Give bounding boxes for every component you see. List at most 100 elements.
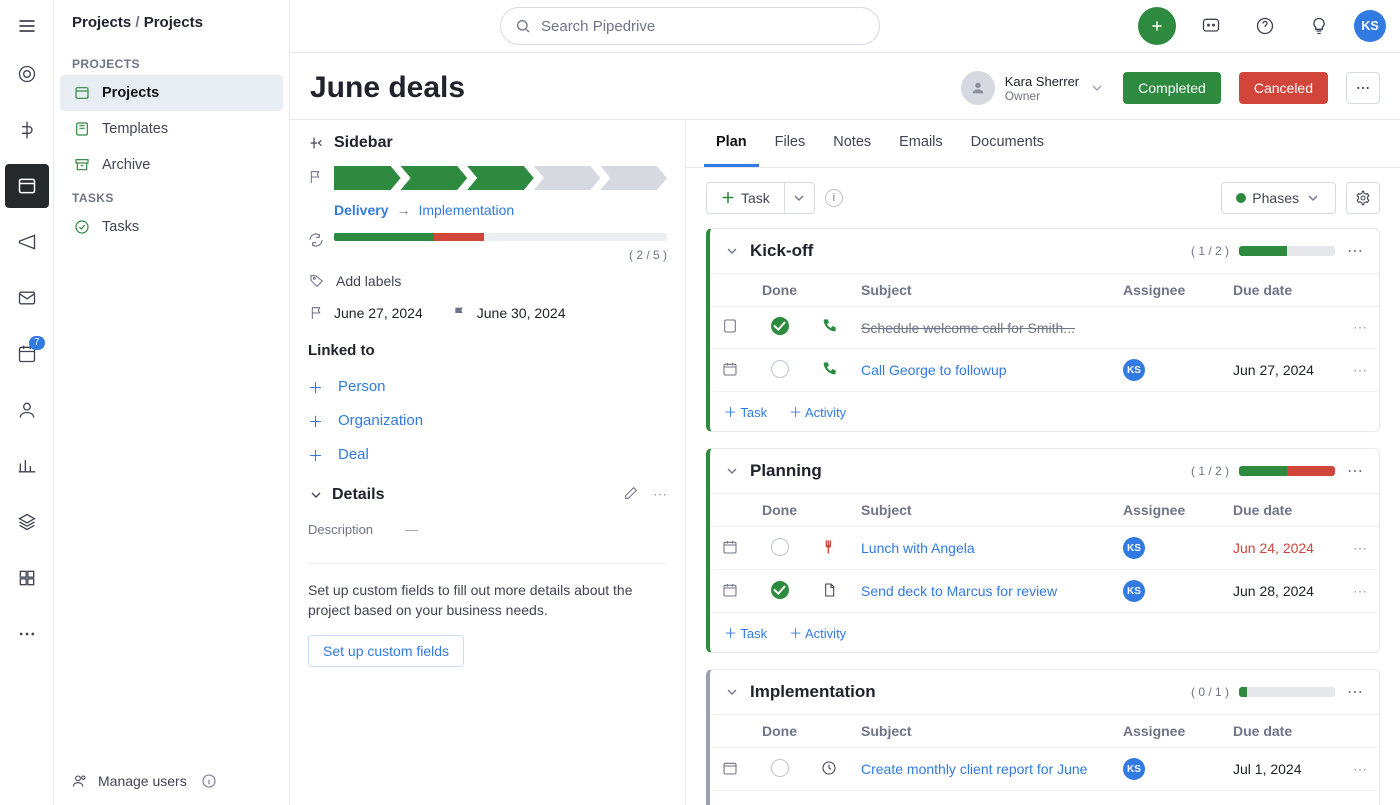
flag-fill-icon xyxy=(451,304,469,322)
rail-projects-icon[interactable] xyxy=(5,164,49,208)
info-icon[interactable]: i xyxy=(825,189,843,207)
tab-emails[interactable]: Emails xyxy=(887,120,955,167)
task-row[interactable]: Lunch with Angela KS Jun 24, 2024 ⋯ xyxy=(710,527,1379,570)
row-done[interactable] xyxy=(750,748,809,791)
start-date[interactable]: June 27, 2024 xyxy=(308,304,423,322)
row-done[interactable] xyxy=(750,527,809,570)
search-input[interactable]: Search Pipedrive xyxy=(500,7,880,45)
row-more-icon[interactable]: ⋯ xyxy=(1341,307,1379,349)
row-subject[interactable]: Send deck to Marcus for review xyxy=(849,570,1111,613)
row-type-icon xyxy=(710,570,750,613)
add-activity-link[interactable]: ＋ Activity xyxy=(789,623,846,642)
phase-more-icon[interactable]: ⋯ xyxy=(1345,461,1365,481)
rail-activities-icon[interactable]: 7 xyxy=(5,332,49,376)
rail-campaigns-icon[interactable] xyxy=(5,220,49,264)
row-more-icon[interactable]: ⋯ xyxy=(1341,349,1379,392)
chevron-down-icon[interactable] xyxy=(308,487,324,503)
add-activity-link[interactable]: ＋ Activity xyxy=(789,402,846,421)
lightbulb-icon[interactable] xyxy=(1300,7,1338,45)
row-more-icon[interactable]: ⋯ xyxy=(1341,570,1379,613)
completed-button[interactable]: Completed xyxy=(1123,72,1221,104)
quick-add-button[interactable] xyxy=(1138,7,1176,45)
project-more-button[interactable] xyxy=(1346,72,1380,104)
linked-organization[interactable]: ＋Organization xyxy=(308,403,667,437)
rail-products-icon[interactable] xyxy=(5,500,49,544)
custom-fields-blurb: Set up custom fields to fill out more de… xyxy=(308,580,667,621)
chevron-down-icon[interactable] xyxy=(724,243,740,259)
linked-person[interactable]: ＋Person xyxy=(308,369,667,403)
user-avatar[interactable]: KS xyxy=(1354,10,1386,42)
info-icon xyxy=(201,773,217,789)
flag-icon xyxy=(308,304,326,322)
rail-mail-icon[interactable] xyxy=(5,276,49,320)
canceled-button[interactable]: Canceled xyxy=(1239,72,1328,104)
row-more-icon[interactable]: ⋯ xyxy=(1341,748,1379,791)
rail-more-icon[interactable] xyxy=(5,612,49,656)
progress-overdue xyxy=(434,233,484,241)
edit-icon[interactable] xyxy=(623,485,639,504)
new-task-button[interactable]: ＋Task xyxy=(706,182,785,214)
due-date[interactable]: June 30, 2024 xyxy=(451,304,566,322)
task-row[interactable]: Create monthly client report for June KS… xyxy=(710,748,1379,791)
phase-header[interactable]: Planning ( 1 / 2 ) ⋯ xyxy=(710,449,1379,493)
row-done[interactable] xyxy=(750,307,809,349)
row-subject[interactable]: Schedule welcome call for Smith... xyxy=(849,307,1111,349)
settings-button[interactable] xyxy=(1346,182,1380,214)
nav-item-tasks[interactable]: Tasks xyxy=(60,209,283,245)
task-row[interactable]: Send deck to Marcus for review KS Jun 28… xyxy=(710,570,1379,613)
chevron-down-icon[interactable] xyxy=(724,463,740,479)
owner-meta: Kara Sherrer Owner xyxy=(1005,74,1079,103)
row-more-icon[interactable]: ⋯ xyxy=(1341,527,1379,570)
row-activity-icon xyxy=(809,307,849,349)
nav-item-projects[interactable]: Projects xyxy=(60,75,283,111)
rail-marketplace-icon[interactable] xyxy=(5,556,49,600)
linked-deal[interactable]: ＋Deal xyxy=(308,437,667,471)
owner-chevron-icon[interactable] xyxy=(1089,80,1105,96)
phase-more-icon[interactable]: ⋯ xyxy=(1345,241,1365,261)
phase-next[interactable]: Implementation xyxy=(418,202,514,218)
phase-more-icon[interactable]: ⋯ xyxy=(1345,682,1365,702)
nav-item-templates[interactable]: Templates xyxy=(60,111,283,147)
breadcrumb-root[interactable]: Projects xyxy=(72,14,131,31)
new-task-caret[interactable] xyxy=(785,182,815,214)
add-task-link[interactable]: ＋ Task xyxy=(724,402,767,421)
add-task-link[interactable]: ＋ Task xyxy=(724,801,767,805)
row-done[interactable] xyxy=(750,349,809,392)
add-task-link[interactable]: ＋ Task xyxy=(724,623,767,642)
manage-users[interactable]: Manage users xyxy=(54,757,289,805)
row-activity-icon xyxy=(809,748,849,791)
phase-progress xyxy=(1239,466,1335,476)
row-subject[interactable]: Call George to followup xyxy=(849,349,1111,392)
row-subject[interactable]: Create monthly client report for June xyxy=(849,748,1111,791)
collapse-icon[interactable] xyxy=(308,135,324,151)
project-dates: June 27, 2024 June 30, 2024 xyxy=(308,304,667,322)
row-done[interactable] xyxy=(750,570,809,613)
rail-deals-icon[interactable] xyxy=(5,108,49,152)
set-up-custom-fields-button[interactable]: Set up custom fields xyxy=(308,635,464,667)
rail-leads-icon[interactable] xyxy=(5,52,49,96)
tab-plan[interactable]: Plan xyxy=(704,120,759,167)
tab-files[interactable]: Files xyxy=(763,120,818,167)
task-row[interactable]: Call George to followup KS Jun 27, 2024 … xyxy=(710,349,1379,392)
chevron-down-icon[interactable] xyxy=(724,684,740,700)
owner-avatar xyxy=(961,71,995,105)
hamburger-icon[interactable] xyxy=(7,6,47,46)
row-subject[interactable]: Lunch with Angela xyxy=(849,527,1111,570)
details-more-icon[interactable]: ⋯ xyxy=(653,486,667,503)
phase-header[interactable]: Implementation ( 0 / 1 ) ⋯ xyxy=(710,670,1379,714)
help-icon[interactable] xyxy=(1246,7,1284,45)
task-row[interactable]: Schedule welcome call for Smith... ⋯ xyxy=(710,307,1379,349)
new-task-split-button[interactable]: ＋Task xyxy=(706,182,815,214)
tab-documents[interactable]: Documents xyxy=(959,120,1056,167)
rail-contacts-icon[interactable] xyxy=(5,388,49,432)
nav-item-label: Projects xyxy=(102,85,159,101)
tab-notes[interactable]: Notes xyxy=(821,120,883,167)
phase-header[interactable]: Kick-off ( 1 / 2 ) ⋯ xyxy=(710,229,1379,273)
add-activity-link[interactable]: ＋ Activity xyxy=(789,801,846,805)
phases-button[interactable]: Phases xyxy=(1221,182,1336,214)
nav-item-archive[interactable]: Archive xyxy=(60,147,283,183)
rail-insights-icon[interactable] xyxy=(5,444,49,488)
sales-assistant-icon[interactable] xyxy=(1192,7,1230,45)
add-labels-row[interactable]: Add labels xyxy=(308,272,667,290)
row-due: Jul 1, 2024 xyxy=(1221,748,1341,791)
